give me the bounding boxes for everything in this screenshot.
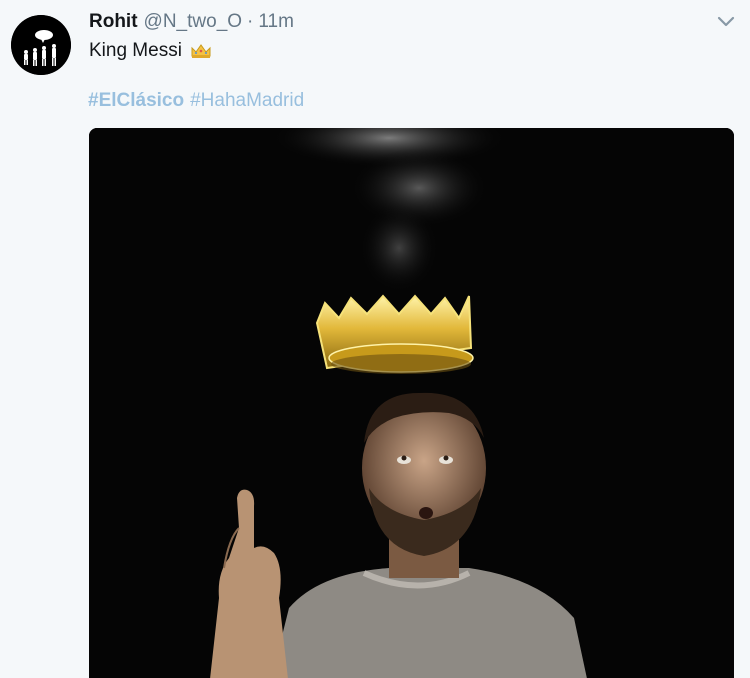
hashtag-elclasico[interactable]: #ElClásico [88, 90, 184, 112]
meta-separator: · [247, 11, 254, 32]
tweet-text-content: King Messi [89, 40, 182, 61]
hashtag-list: #ElClásico #HahaMadrid [88, 90, 310, 112]
tweet-timestamp[interactable]: 11m [258, 11, 294, 33]
tweet-header: Rohit @N_two_O · 11m [89, 11, 294, 35]
user-display-name[interactable]: Rohit [89, 11, 138, 33]
crown-icon [190, 42, 212, 60]
user-handle[interactable]: @N_two_O [144, 11, 243, 33]
tweet-text: King Messi [89, 40, 212, 62]
tweet-media-image[interactable] [89, 128, 734, 678]
chevron-down-icon[interactable] [713, 12, 739, 32]
hashtag-hahamadrid[interactable]: #HahaMadrid [190, 90, 304, 112]
tweet-card[interactable]: Rohit @N_two_O · 11m King Messi #ElClási… [0, 0, 750, 678]
user-avatar[interactable] [11, 15, 71, 75]
